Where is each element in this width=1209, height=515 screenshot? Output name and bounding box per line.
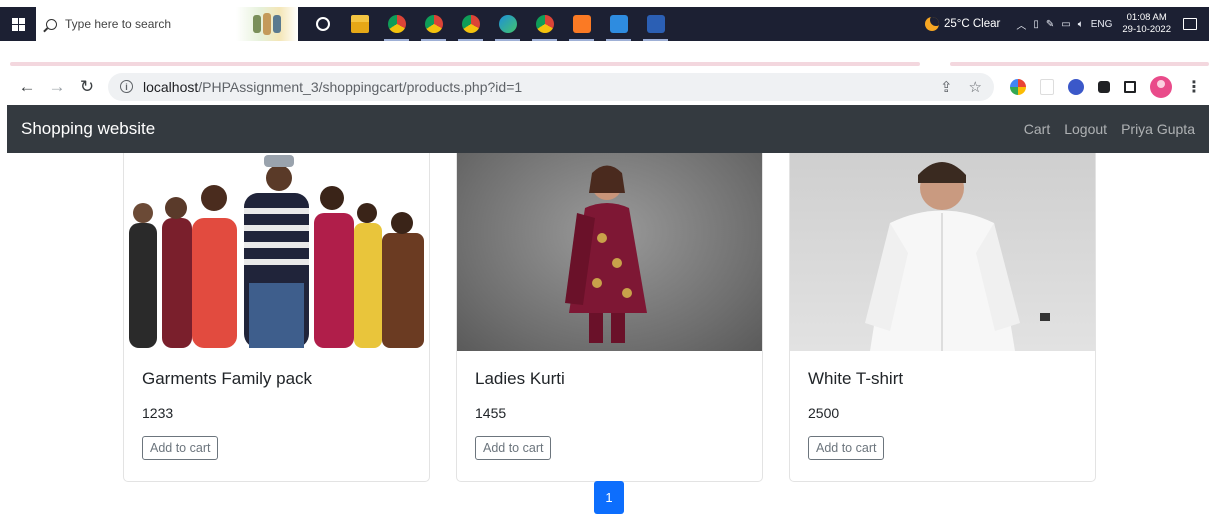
pen-icon[interactable]: ✎ bbox=[1046, 19, 1054, 30]
taskbar-app-chrome-profile-4[interactable] bbox=[526, 7, 563, 41]
address-bar[interactable]: i localhost /PHPAssignment_3/shoppingcar… bbox=[108, 72, 994, 101]
cortana-icon bbox=[315, 17, 330, 31]
product-card: Ladies Kurti 1455 Add to cart bbox=[456, 153, 763, 482]
clock-time: 01:08 AM bbox=[1126, 12, 1167, 23]
site-navbar: Shopping website Cart Logout Priya Gupta bbox=[7, 105, 1209, 153]
url-host: localhost bbox=[143, 78, 199, 95]
browser-toolbar: ← → ↻ i localhost /PHPAssignment_3/shopp… bbox=[0, 69, 1209, 104]
pagination-page-1[interactable]: 1 bbox=[594, 481, 624, 514]
taskbar-app-chrome-profile-3[interactable] bbox=[452, 7, 489, 41]
product-image-garments bbox=[124, 153, 429, 351]
nav-link-logout[interactable]: Logout bbox=[1064, 121, 1107, 137]
taskbar-app-chrome[interactable] bbox=[378, 7, 415, 41]
add-to-cart-button[interactable]: Add to cart bbox=[475, 436, 552, 460]
product-image-tshirt bbox=[790, 153, 1095, 351]
extensions-area: ⋮ bbox=[1010, 75, 1202, 98]
tab-indicator bbox=[950, 62, 1209, 66]
battery-icon[interactable]: ▭ bbox=[1061, 19, 1070, 30]
phone-link-icon[interactable]: ▯ bbox=[1033, 19, 1039, 30]
taskbar-search-placeholder: Type here to search bbox=[65, 17, 172, 31]
xampp-icon bbox=[572, 15, 591, 33]
side-panel-icon[interactable] bbox=[1124, 80, 1136, 93]
windows-taskbar: Type here to search 25°C Clear ︿ ▯ ✎ ▭ 🔈… bbox=[0, 7, 1209, 41]
edge-icon bbox=[498, 15, 517, 33]
search-highlight-image[interactable] bbox=[236, 7, 298, 41]
info-icon[interactable]: i bbox=[120, 80, 133, 93]
notification-icon[interactable] bbox=[1183, 18, 1197, 30]
reload-button[interactable]: ↻ bbox=[72, 72, 102, 102]
product-price: 2500 bbox=[808, 405, 840, 421]
add-to-cart-button[interactable]: Add to cart bbox=[142, 436, 219, 460]
folder-icon bbox=[350, 15, 369, 33]
search-icon bbox=[46, 18, 57, 30]
weather-text: 25°C Clear bbox=[943, 18, 1001, 30]
extension-colorful-icon[interactable] bbox=[1010, 78, 1026, 95]
weather-widget[interactable]: 25°C Clear bbox=[924, 17, 1001, 31]
arrow-left-icon: ← bbox=[18, 76, 36, 96]
taskbar-app-file-explorer[interactable] bbox=[341, 7, 378, 41]
product-card: White T-shirt 2500 Add to cart bbox=[789, 153, 1096, 482]
speaker-icon[interactable]: 🔈︎ bbox=[1078, 19, 1084, 30]
windows-icon bbox=[11, 17, 25, 31]
language-indicator[interactable]: ENG bbox=[1091, 19, 1113, 30]
product-grid: Garments Family pack 1233 Add to cart La… bbox=[123, 153, 1096, 482]
product-price: 1455 bbox=[475, 405, 507, 421]
add-to-cart-button[interactable]: Add to cart bbox=[808, 436, 885, 460]
product-title: Garments Family pack bbox=[142, 369, 313, 388]
taskbar-app-vscode[interactable] bbox=[600, 7, 637, 41]
vscode-icon bbox=[609, 15, 628, 33]
taskbar-app-word[interactable] bbox=[637, 7, 674, 41]
product-card: Garments Family pack 1233 Add to cart bbox=[123, 153, 430, 482]
start-button[interactable] bbox=[0, 7, 36, 41]
back-button[interactable]: ← bbox=[12, 72, 42, 102]
arrow-right-icon: → bbox=[48, 76, 66, 96]
chrome-icon bbox=[535, 15, 554, 33]
bookmark-star-icon[interactable]: ☆ bbox=[969, 78, 982, 96]
moon-icon bbox=[924, 17, 939, 31]
card-body: Garments Family pack 1233 Add to cart bbox=[124, 351, 429, 460]
taskbar-app-cortana[interactable] bbox=[304, 7, 341, 41]
clock-date: 29-10-2022 bbox=[1122, 24, 1171, 35]
extension-circle-icon[interactable] bbox=[1068, 78, 1084, 95]
share-icon[interactable]: ⇪ bbox=[940, 78, 953, 96]
tab-indicator bbox=[10, 62, 920, 66]
url-path: /PHPAssignment_3/shoppingcart/products.p… bbox=[198, 78, 523, 95]
puzzle-icon[interactable] bbox=[1098, 80, 1110, 93]
card-body: Ladies Kurti 1455 Add to cart bbox=[457, 351, 762, 460]
tray-icons: ︿ ▯ ✎ ▭ 🔈︎ ENG bbox=[1016, 17, 1112, 32]
taskbar-app-xampp[interactable] bbox=[563, 7, 600, 41]
profile-avatar[interactable] bbox=[1150, 75, 1172, 98]
product-price: 1233 bbox=[142, 405, 174, 421]
card-body: White T-shirt 2500 Add to cart bbox=[790, 351, 1095, 460]
taskbar-app-edge[interactable] bbox=[489, 7, 526, 41]
kebab-menu-icon[interactable]: ⋮ bbox=[1186, 77, 1202, 97]
chrome-icon bbox=[424, 15, 443, 33]
reload-icon: ↻ bbox=[79, 76, 95, 96]
nav-link-user[interactable]: Priya Gupta bbox=[1121, 121, 1195, 137]
omnibox-actions: ⇪ ☆ bbox=[940, 78, 982, 96]
clock[interactable]: 01:08 AM 29-10-2022 bbox=[1122, 12, 1171, 36]
navbar-links: Cart Logout Priya Gupta bbox=[1024, 121, 1195, 137]
chrome-icon bbox=[387, 15, 406, 33]
taskbar-apps bbox=[304, 7, 674, 41]
system-tray: 25°C Clear ︿ ▯ ✎ ▭ 🔈︎ ENG 01:08 AM 29-10… bbox=[924, 7, 1209, 41]
product-title: White T-shirt bbox=[808, 369, 904, 388]
word-icon bbox=[646, 15, 665, 33]
chrome-icon bbox=[461, 15, 480, 33]
extension-a-icon[interactable] bbox=[1040, 78, 1054, 95]
site-brand[interactable]: Shopping website bbox=[21, 119, 155, 139]
taskbar-app-chrome-profile-2[interactable] bbox=[415, 7, 452, 41]
product-image-kurti bbox=[457, 153, 762, 351]
nav-link-cart[interactable]: Cart bbox=[1024, 121, 1050, 137]
taskbar-search[interactable]: Type here to search bbox=[36, 7, 236, 41]
product-title: Ladies Kurti bbox=[475, 369, 565, 388]
chevron-up-icon[interactable]: ︿ bbox=[1016, 17, 1026, 32]
browser-tab-strip bbox=[0, 56, 1209, 69]
forward-button[interactable]: → bbox=[42, 72, 72, 102]
